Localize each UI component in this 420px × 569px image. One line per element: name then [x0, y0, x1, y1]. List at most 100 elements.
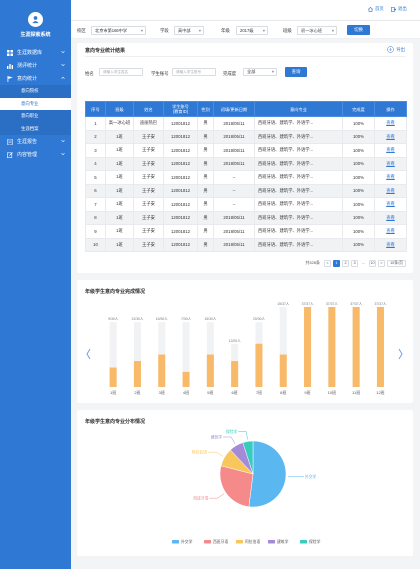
page-10-button[interactable]: 10: [369, 259, 376, 267]
class-select[interactable]: 初一冰心班 ▾: [297, 25, 337, 35]
table-cell: 西班牙语、建筑学、外语学...: [254, 170, 343, 185]
account-input[interactable]: 请输入学生账号: [172, 68, 216, 76]
view-link[interactable]: 查看: [374, 183, 407, 198]
table-cell: 4: [85, 156, 106, 171]
view-link[interactable]: 查看: [374, 116, 407, 131]
results-table: 序号 班级 姓名 学生账号 (教育ID) 性别 初填/更新日期 意向专业 完成度 操作 1 高一冰心…: [85, 101, 407, 252]
distribution-chart-card: 年级学生意向专业分布情况 外交学 西班牙语 阿拉伯语 建筑学 保险学 外交学 西班牙语 阿拉伯…: [77, 410, 413, 556]
table-row: 10 1班 王子安 12001812 男 2018/05/11 西班牙语、建筑学、外语学..…: [85, 237, 407, 252]
name-input[interactable]: 请输入学生姓名: [99, 68, 143, 76]
table-cell: 2018/05/11: [213, 224, 255, 239]
chevron-down-icon: [61, 139, 65, 145]
chart-icon: [7, 63, 13, 69]
table-cell: 1班: [105, 183, 134, 198]
legend-swatch[interactable]: [236, 540, 243, 544]
sidebar: 生涯探索系统 生涯数据库 测评统计 意向统计 意向院校 意向专业 意向职业 生涯…: [0, 0, 71, 569]
completion-select[interactable]: 全部 ▾: [243, 68, 277, 76]
next-page-button[interactable]: >: [378, 259, 385, 267]
pie-slice-label: 建筑学: [211, 434, 223, 439]
next-arrow-icon[interactable]: [398, 348, 403, 360]
bar-completed: [279, 354, 287, 387]
class-label: 班级: [283, 28, 292, 33]
table-cell: 100%: [342, 116, 375, 131]
switch-button[interactable]: 切换: [347, 25, 370, 35]
home-link[interactable]: 首页: [368, 6, 384, 12]
legend-swatch[interactable]: [300, 540, 307, 544]
view-link[interactable]: 查看: [374, 156, 407, 171]
table-cell: 12001812: [163, 156, 198, 171]
table-cell: 男: [197, 143, 214, 158]
legend-swatch[interactable]: [268, 540, 275, 544]
page-3-button[interactable]: 3: [351, 259, 358, 267]
sidebar-item-content[interactable]: 内容管理: [0, 148, 71, 161]
logout-link[interactable]: 退出: [391, 6, 407, 12]
table-cell: 西班牙语、建筑学、外语学...: [254, 237, 343, 252]
table-row: 1 高一冰心班 迪丽热巴 12001812 男 2018/05/11 西班牙语、建筑学、外语…: [85, 116, 407, 131]
table-cell: 3: [85, 143, 106, 158]
export-button[interactable]: 导出: [387, 46, 405, 53]
grade-label: 年级: [221, 28, 230, 33]
total-count: 共328条: [305, 260, 320, 265]
section-select[interactable]: 高中部 ▾: [174, 25, 204, 35]
completion-value: 全部: [247, 69, 256, 74]
sidebar-sub-school[interactable]: 意向院校: [0, 85, 71, 98]
name-label: 姓名: [85, 71, 94, 76]
chevron-down-icon: ▾: [198, 27, 201, 33]
view-link[interactable]: 查看: [374, 170, 407, 185]
legend-label: 外交学: [181, 539, 193, 544]
table-row: 2 1班 王子安 12001812 男 2018/05/11 西班牙语、建筑学、外语学...…: [85, 129, 407, 144]
table-cell: 12001812: [163, 197, 198, 212]
table-cell: --: [213, 183, 255, 198]
view-link[interactable]: 查看: [374, 129, 407, 144]
legend-swatch[interactable]: [204, 540, 211, 544]
sidebar-item-intention[interactable]: 意向统计: [0, 72, 71, 85]
school-value: 北京市第166中学: [95, 27, 128, 33]
legend-swatch[interactable]: [172, 540, 179, 544]
query-button[interactable]: 查询: [285, 67, 307, 77]
results-title: 意向专业统计结果: [85, 48, 126, 54]
completion-bar-chart: 9/30人 1班 12/30人 2班 15/30人 3班 7/30人 4班 15/30人 5班 12…: [86, 301, 403, 395]
table-cell: 王子安: [133, 156, 164, 171]
sidebar-item-label: 测评统计: [17, 63, 38, 69]
section-value: 高中部: [178, 27, 191, 33]
export-icon: [387, 46, 394, 53]
x-tick-label: 2班: [134, 389, 140, 395]
view-link[interactable]: 查看: [374, 237, 407, 252]
pie-label-line: [223, 436, 236, 445]
sidebar-item-report[interactable]: 生涯报告: [0, 135, 71, 148]
sidebar-sub-career[interactable]: 意向职业: [0, 110, 71, 123]
view-link[interactable]: 查看: [374, 143, 407, 158]
sidebar-sub-archive[interactable]: 生涯档案: [0, 122, 71, 135]
page-size-select[interactable]: 10条/页: [387, 259, 406, 267]
bar-completed: [328, 307, 336, 387]
table-body: 1 高一冰心班 迪丽热巴 12001812 男 2018/05/11 西班牙语、建筑学、外语…: [85, 116, 407, 252]
view-link[interactable]: 查看: [374, 210, 407, 225]
view-link[interactable]: 查看: [374, 197, 407, 212]
bar-value-label: 37/37人: [350, 301, 362, 306]
view-link[interactable]: 查看: [374, 224, 407, 239]
table-cell: 2: [85, 129, 106, 144]
sidebar-item-assessment[interactable]: 测评统计: [0, 59, 71, 72]
sidebar-item-database[interactable]: 生涯数据库: [0, 46, 71, 59]
grade-select[interactable]: 2017级 ▾: [236, 25, 268, 35]
table-cell: 王子安: [133, 224, 164, 239]
table-cell: 西班牙语、建筑学、外语学...: [254, 143, 343, 158]
table-row: 5 1班 王子安 12001812 男 -- 西班牙语、建筑学、外语学... 100% 查看: [85, 170, 407, 185]
table-cell: 王子安: [133, 237, 164, 252]
top-bar: 首页 退出: [71, 0, 420, 21]
prev-page-button[interactable]: <: [324, 259, 331, 267]
page-2-button[interactable]: 2: [342, 259, 349, 267]
table-cell: 7: [85, 197, 106, 212]
table-cell: 男: [197, 170, 214, 185]
column-header: 意向专业: [254, 101, 343, 117]
bar-value-label: 15/30人: [204, 316, 216, 321]
school-select[interactable]: 北京市第166中学 ▾: [91, 25, 146, 35]
bar-completed: [133, 361, 141, 387]
prev-arrow-icon[interactable]: [86, 348, 91, 360]
bar-completed: [352, 307, 360, 387]
bar-value-label: 12/20人: [229, 338, 241, 343]
page-1-button[interactable]: 1: [333, 259, 340, 267]
table-cell: 12001812: [163, 170, 198, 185]
sidebar-sub-major[interactable]: 意向专业: [0, 97, 71, 110]
school-label: 校区: [77, 28, 86, 33]
